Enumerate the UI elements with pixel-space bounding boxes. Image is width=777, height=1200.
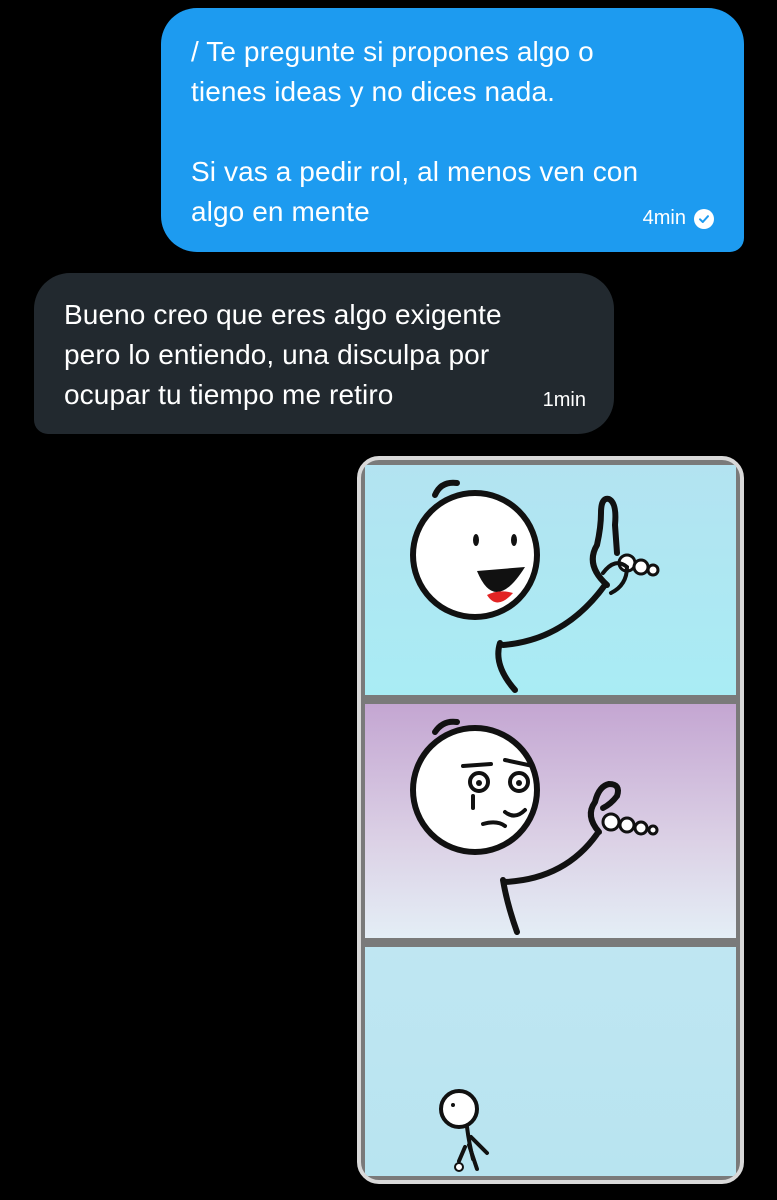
comic-panel-1 — [365, 465, 736, 695]
stickman-raising-finger — [410, 479, 660, 693]
incoming-message-bubble[interactable]: Bueno creo que eres algo exigente pero l… — [34, 273, 614, 434]
comic-panel-2 — [365, 704, 736, 938]
message-meta: 4min — [643, 207, 714, 230]
incoming-message-text: Bueno creo que eres algo exigente pero l… — [64, 299, 502, 410]
comic-panel-3 — [365, 947, 736, 1176]
outgoing-message-bubble[interactable]: / Te pregunte si propones algo o tienes … — [161, 8, 744, 252]
stickman-skeptical-finger — [410, 718, 659, 935]
message-time: 1min — [542, 389, 586, 411]
message-meta: 1min — [543, 389, 586, 412]
check-circle-icon — [694, 208, 714, 229]
image-attachment[interactable] — [357, 456, 744, 1184]
tiny-stickman-walking-away — [439, 1089, 489, 1172]
message-time: 4min — [642, 207, 686, 229]
outgoing-message-text: / Te pregunte si propones algo o tienes … — [191, 36, 639, 227]
